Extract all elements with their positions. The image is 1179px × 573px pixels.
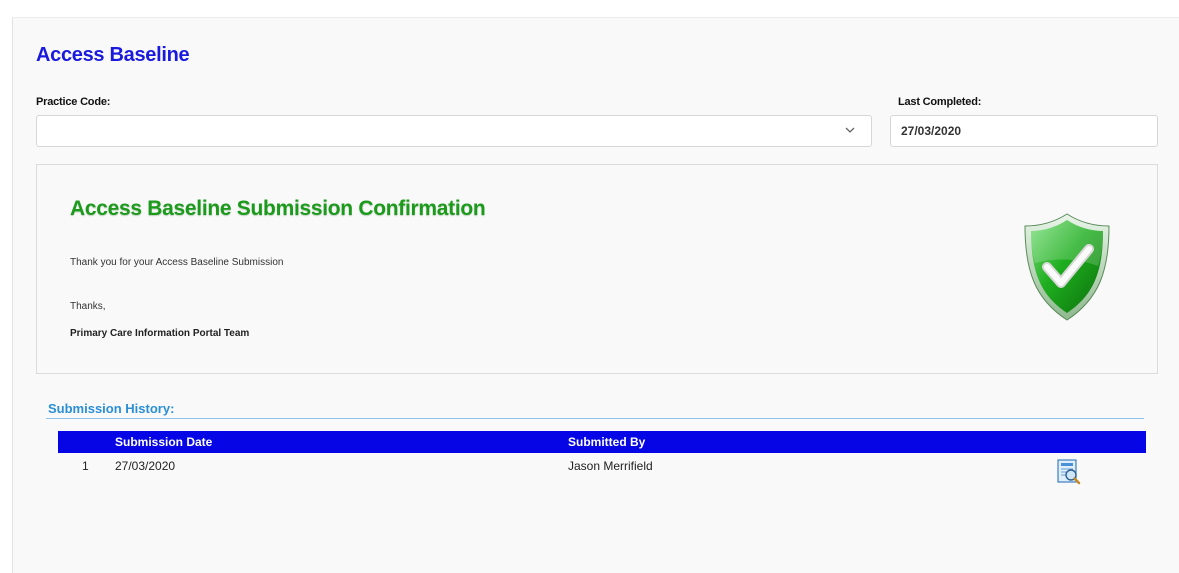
last-completed-field: 27/03/2020 [890,115,1158,147]
last-completed-label: Last Completed: [898,96,982,108]
row-submitted-by: Jason Merrifield [568,459,653,473]
chevron-down-icon [845,127,855,133]
row-index: 1 [82,459,89,473]
row-submission-date: 27/03/2020 [115,459,176,473]
shield-check-icon [1024,213,1110,321]
practice-code-select[interactable] [36,115,872,147]
page-title: Access Baseline [36,44,190,66]
confirmation-team: Primary Care Information Portal Team [70,328,250,339]
submission-history-title: Submission History: [48,401,175,416]
practice-code-label: Practice Code: [36,96,111,108]
confirmation-message: Thank you for your Access Baseline Submi… [70,257,284,268]
view-document-icon[interactable] [1056,458,1082,486]
table-row: 1 27/03/2020 Jason Merrifield [58,455,1146,486]
confirmation-title: Access Baseline Submission Confirmation [70,197,486,220]
column-header-submitted-by: Submitted By [568,435,646,449]
confirmation-card: Access Baseline Submission Confirmation … [36,164,1158,374]
history-divider [46,418,1144,419]
column-header-submission-date: Submission Date [115,435,213,449]
history-table-header: Submission Date Submitted By [58,431,1146,453]
confirmation-thanks: Thanks, [70,301,106,312]
